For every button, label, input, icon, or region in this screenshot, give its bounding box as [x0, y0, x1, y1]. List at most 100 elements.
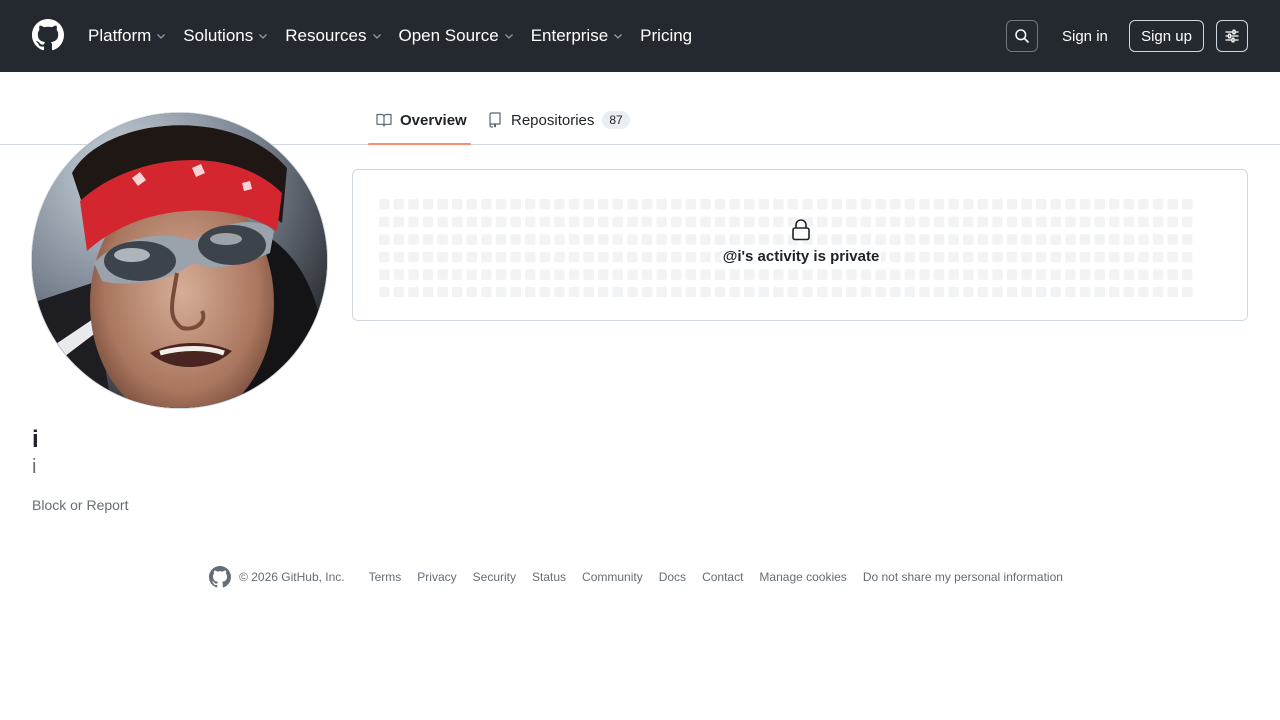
nav-solutions-label: Solutions — [183, 26, 254, 45]
menu-button[interactable] — [1216, 20, 1248, 52]
contribution-cell — [933, 269, 945, 280]
contribution-cell — [1123, 269, 1135, 280]
contribution-cell — [714, 199, 726, 210]
contribution-cell — [831, 199, 843, 210]
contribution-cell — [583, 287, 594, 297]
contribution-cell — [1138, 287, 1149, 297]
contribution-cell — [1050, 199, 1062, 210]
contribution-cell — [525, 269, 536, 280]
contribution-cell — [1021, 269, 1032, 280]
nav-open-source[interactable]: Open Source — [391, 26, 523, 46]
book-icon — [376, 113, 392, 127]
contribution-cell — [875, 287, 886, 297]
contribution-cell — [598, 287, 609, 297]
footer-link-terms[interactable]: Terms — [369, 570, 402, 584]
contribution-cell — [787, 287, 799, 297]
tab-overview-label: Overview — [400, 111, 467, 129]
footer-link-docs[interactable]: Docs — [659, 570, 686, 584]
contribution-cell — [598, 269, 609, 280]
footer-link-contact[interactable]: Contact — [702, 570, 743, 584]
contribution-cell — [744, 269, 755, 280]
contribution-cell — [963, 199, 974, 210]
contribution-cell — [1109, 269, 1120, 280]
contribution-cell — [1182, 199, 1193, 210]
footer-link-privacy[interactable]: Privacy — [417, 570, 456, 584]
contribution-cell — [583, 269, 594, 280]
nav-enterprise[interactable]: Enterprise — [523, 26, 632, 46]
contribution-cell — [1182, 287, 1193, 297]
contribution-cell — [510, 199, 521, 210]
sign-in-link[interactable]: Sign in — [1050, 20, 1120, 52]
contribution-cell — [729, 199, 740, 210]
contribution-cell — [641, 287, 653, 297]
contribution-cell — [890, 269, 901, 280]
footer-link-manage-cookies[interactable]: Manage cookies — [759, 570, 846, 584]
contribution-cell — [437, 269, 448, 280]
nav-resources[interactable]: Resources — [277, 26, 390, 46]
contribution-cell — [1065, 199, 1076, 210]
repo-icon — [489, 112, 501, 128]
github-logo-icon[interactable] — [32, 19, 64, 51]
contribution-cell — [466, 269, 478, 280]
github-logo-icon[interactable] — [209, 566, 232, 588]
sign-up-button[interactable]: Sign up — [1129, 20, 1204, 52]
contribution-cell — [700, 199, 711, 210]
nav-solutions[interactable]: Solutions — [175, 26, 277, 46]
contribution-cell — [977, 269, 989, 280]
contribution-cell — [583, 199, 594, 210]
contribution-cell — [656, 287, 667, 297]
contribution-cell — [1152, 269, 1164, 280]
contribution-cell — [919, 269, 930, 280]
contribution-cell — [787, 199, 799, 210]
nav-platform[interactable]: Platform — [80, 26, 175, 46]
contribution-cell — [1152, 287, 1164, 297]
footer-link-status[interactable]: Status — [532, 570, 566, 584]
contribution-cell — [1138, 199, 1149, 210]
nav-pricing[interactable]: Pricing — [632, 26, 700, 46]
contribution-cell — [408, 199, 419, 210]
contribution-cell — [495, 199, 507, 210]
contribution-cell — [539, 287, 551, 297]
contribution-cell — [802, 269, 813, 280]
contribution-cell — [539, 269, 551, 280]
contribution-cell — [612, 287, 624, 297]
tab-overview[interactable]: Overview — [368, 96, 471, 145]
contribution-cell — [875, 269, 886, 280]
contribution-cell — [831, 287, 843, 297]
contribution-cell — [1021, 199, 1032, 210]
contribution-cell — [437, 199, 448, 210]
contribution-cell — [554, 287, 565, 297]
contribution-cell — [948, 269, 959, 280]
contribution-cell — [510, 269, 521, 280]
contribution-cell — [466, 287, 478, 297]
nav-platform-label: Platform — [88, 26, 152, 45]
chevron-down-icon — [504, 34, 513, 39]
footer-link-security[interactable]: Security — [473, 570, 516, 584]
contribution-cell — [773, 199, 784, 210]
contribution-cell — [408, 287, 419, 297]
tab-repositories-label: Repositories — [511, 111, 595, 129]
contribution-cell — [1152, 199, 1164, 210]
search-button[interactable] — [1006, 20, 1038, 52]
contribution-cell — [568, 287, 580, 297]
tab-repositories[interactable]: Repositories 87 — [479, 96, 630, 144]
contribution-cell — [437, 287, 448, 297]
contribution-cell — [919, 199, 930, 210]
contribution-cell — [846, 199, 857, 210]
contribution-cell — [1167, 287, 1178, 297]
contribution-cell — [481, 269, 492, 280]
contribution-cell — [539, 199, 551, 210]
contribution-cell — [656, 199, 667, 210]
contribution-cell — [510, 287, 521, 297]
contribution-cell — [1094, 269, 1105, 280]
contribution-cell — [977, 199, 989, 210]
footer-link-community[interactable]: Community — [582, 570, 643, 584]
site-header: Platform Solutions Resources Open Source… — [0, 0, 1280, 72]
block-or-report-link[interactable]: Block or Report — [32, 497, 128, 513]
nav-pricing-label: Pricing — [640, 26, 693, 45]
contribution-cell — [948, 287, 959, 297]
footer-link-do-not-share[interactable]: Do not share my personal information — [863, 570, 1063, 584]
sliders-icon — [1225, 29, 1239, 43]
contribution-cell — [379, 287, 390, 297]
contribution-cell — [875, 199, 886, 210]
